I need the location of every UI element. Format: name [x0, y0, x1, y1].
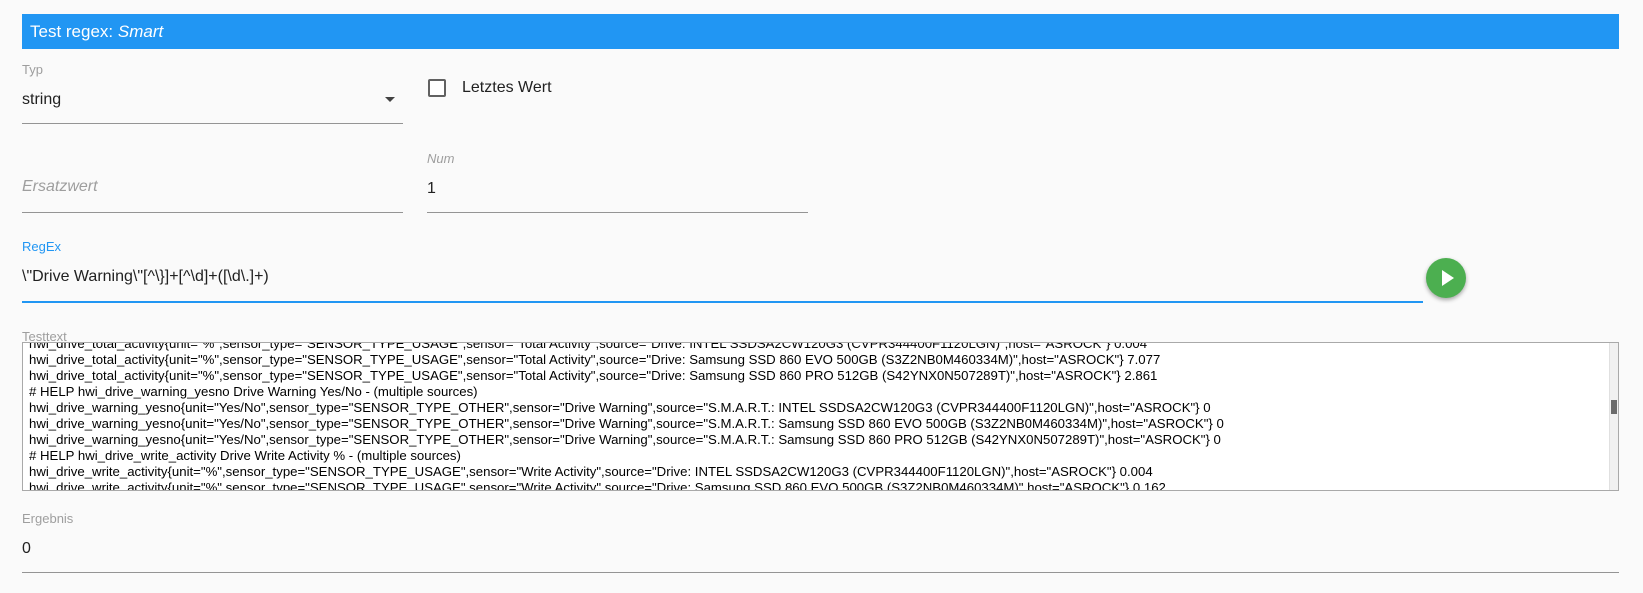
- regex-label: RegEx: [22, 239, 62, 254]
- testtext-line: # HELP hwi_drive_write_activity Drive Wr…: [29, 448, 461, 463]
- dialog-header: Test regex: Smart: [22, 14, 1619, 49]
- header-prefix: Test regex:: [30, 22, 118, 41]
- testtext-line: hwi_drive_write_activity{unit="%",sensor…: [29, 464, 1153, 479]
- replacement-placeholder[interactable]: Ersatzwert: [22, 178, 98, 196]
- testtext-line: hwi_drive_total_activity{unit="%",sensor…: [29, 352, 1161, 367]
- last-value-checkbox[interactable]: [428, 79, 446, 97]
- testtext-line: hwi_drive_warning_yesno{unit="Yes/No",se…: [29, 400, 1211, 415]
- last-value-label[interactable]: Letztes Wert: [462, 79, 552, 97]
- num-value[interactable]: 1: [427, 180, 436, 198]
- typ-underline: [22, 123, 403, 124]
- num-label: Num: [427, 151, 455, 166]
- scrollbar-thumb[interactable]: [1611, 400, 1617, 414]
- regex-input[interactable]: \"Drive Warning\"[^\}]+[^\d]+([\d\.]+): [22, 268, 269, 286]
- header-name: Smart: [117, 22, 164, 41]
- result-underline: [22, 572, 1619, 573]
- result-label: Ergebnis: [22, 511, 74, 526]
- run-test-button[interactable]: [1426, 258, 1466, 298]
- testtext-area[interactable]: hwi_drive_total_activity{unit="%",sensor…: [22, 342, 1619, 491]
- typ-value[interactable]: string: [22, 91, 61, 109]
- chevron-down-icon[interactable]: [385, 97, 395, 102]
- testtext-line: hwi_drive_total_activity{unit="%",sensor…: [29, 368, 1158, 383]
- testtext-line: hwi_drive_total_activity{unit="%",sensor…: [29, 342, 1148, 351]
- testtext-line: hwi_drive_warning_yesno{unit="Yes/No",se…: [29, 416, 1224, 431]
- regex-underline: [22, 301, 1423, 303]
- testtext-content[interactable]: hwi_drive_total_activity{unit="%",sensor…: [29, 342, 1606, 491]
- testtext-line: hwi_drive_warning_yesno{unit="Yes/No",se…: [29, 432, 1221, 447]
- testtext-scrollbar[interactable]: [1609, 343, 1618, 490]
- testtext-line: hwi_drive_write_activity{unit="%",sensor…: [29, 480, 1166, 491]
- testtext-line: # HELP hwi_drive_warning_yesno Drive War…: [29, 384, 478, 399]
- typ-label: Typ: [22, 62, 43, 77]
- num-underline: [427, 212, 808, 213]
- replacement-underline: [22, 212, 403, 213]
- result-value: 0: [22, 540, 31, 557]
